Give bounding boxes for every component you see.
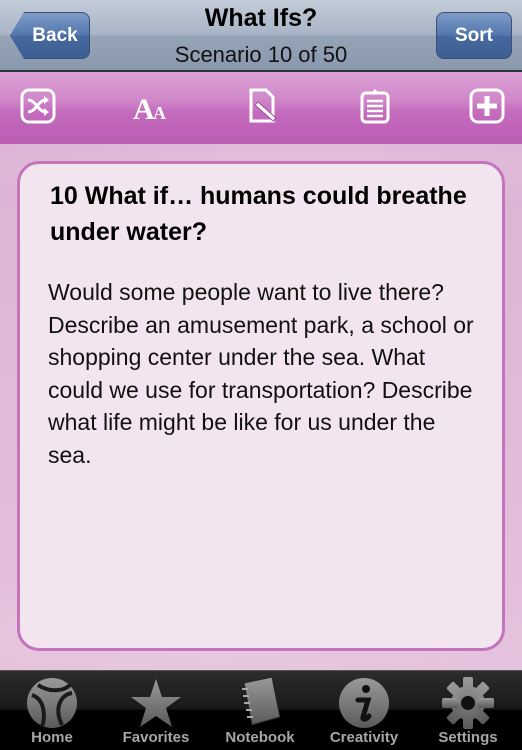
svg-text:A: A [133, 93, 155, 124]
star-icon [131, 679, 181, 727]
scenario-title: 10 What if… humans could breathe under w… [50, 182, 467, 246]
tab-bar: Home Favorites Notebook Creativity Setti… [0, 670, 522, 750]
tab-label: Home [31, 729, 73, 746]
shuffle-icon [20, 88, 56, 124]
tab-favorites[interactable]: Favorites [104, 671, 208, 750]
sort-button[interactable]: Sort [436, 12, 512, 59]
home-swirl-icon [27, 678, 77, 728]
tab-notebook[interactable]: Notebook [208, 671, 312, 750]
toolbar: A A [0, 72, 522, 144]
edit-document-icon [249, 88, 277, 123]
tab-label: Notebook [225, 729, 295, 746]
tab-settings[interactable]: Settings [416, 671, 520, 750]
tab-label: Creativity [329, 729, 399, 746]
tab-label: Favorites [122, 729, 190, 746]
font-size-icon: A A [133, 93, 166, 124]
info-icon [339, 678, 389, 728]
edit-note-button[interactable] [244, 86, 284, 126]
gear-icon [442, 677, 494, 729]
font-size-button[interactable]: A A [130, 86, 170, 126]
svg-text:A: A [153, 103, 166, 123]
tab-home[interactable]: Home [0, 671, 104, 750]
navigation-bar: Back What Ifs? Scenario 10 of 50 Sort [0, 0, 522, 72]
scenario-card: 10 What if… humans could breathe under w… [17, 161, 505, 651]
shuffle-button[interactable] [18, 86, 58, 126]
clipboard-button[interactable] [355, 86, 395, 126]
tab-creativity[interactable]: Creativity [312, 671, 416, 750]
plus-icon [469, 88, 505, 124]
notebook-icon [242, 676, 281, 726]
tab-label: Settings [438, 729, 498, 746]
clipboard-icon [360, 89, 390, 124]
scenario-description: Would some people want to live there? De… [48, 279, 474, 468]
add-button[interactable] [467, 86, 507, 126]
